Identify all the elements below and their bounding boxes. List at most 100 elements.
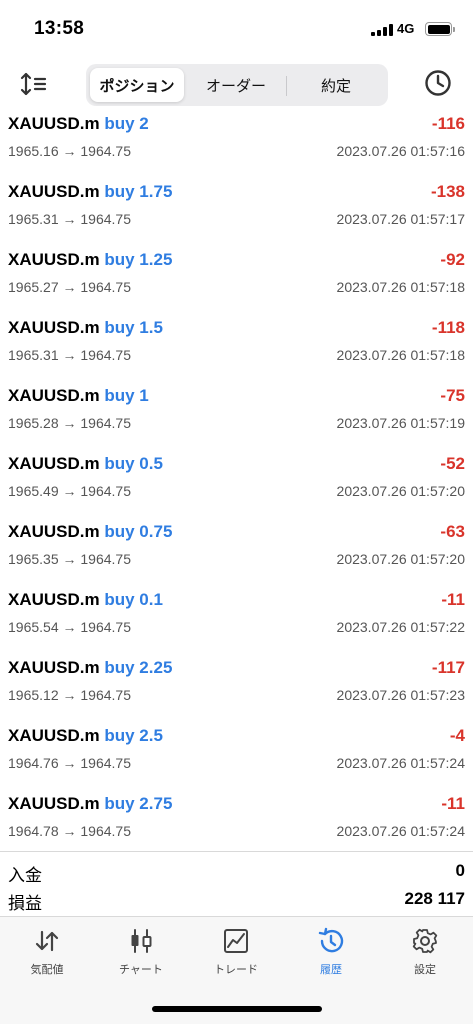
trade-symbol: XAUUSD.m buy 2.75 bbox=[8, 794, 173, 813]
trade-type: buy 1 bbox=[104, 386, 149, 405]
trade-symbol: XAUUSD.m buy 2.5 bbox=[8, 726, 163, 745]
trade-date: 2023.07.26 01:57:18 bbox=[336, 347, 465, 363]
tab-orders[interactable]: オーダー bbox=[186, 68, 286, 102]
history-segmented-control: ポジション オーダー 約定 bbox=[86, 64, 388, 106]
trade-chart-icon bbox=[224, 929, 248, 953]
trade-symbol: XAUUSD.m buy 1.75 bbox=[8, 182, 173, 201]
network-type: 4G bbox=[397, 21, 415, 36]
trade-type: buy 0.5 bbox=[104, 454, 163, 473]
top-toolbar: ポジション オーダー 約定 bbox=[0, 62, 473, 106]
trade-row[interactable]: XAUUSD.m buy 2.75 -11 1964.78 → 1964.75 … bbox=[0, 788, 473, 856]
trade-prices: 1965.31 → 1964.75 bbox=[8, 347, 131, 363]
trade-row[interactable]: XAUUSD.m buy 1.5 -118 1965.31 → 1964.75 … bbox=[0, 312, 473, 380]
trade-type: buy 2.75 bbox=[104, 794, 173, 813]
trade-type: buy 0.1 bbox=[104, 590, 163, 609]
trade-row[interactable]: XAUUSD.m buy 0.5 -52 1965.49 → 1964.75 2… bbox=[0, 448, 473, 516]
tab-label: トレード bbox=[214, 964, 258, 976]
trade-symbol: XAUUSD.m buy 0.5 bbox=[8, 454, 163, 473]
trade-symbol: XAUUSD.m buy 1 bbox=[8, 386, 149, 405]
pnl-value: 228 117 bbox=[404, 889, 465, 908]
pnl-label: 損益 bbox=[8, 894, 42, 913]
trade-row[interactable]: XAUUSD.m buy 2.25 -117 1965.12 → 1964.75… bbox=[0, 652, 473, 720]
home-indicator[interactable] bbox=[152, 1006, 322, 1012]
clock-icon[interactable] bbox=[424, 69, 452, 97]
trade-prices: 1964.78 → 1964.75 bbox=[8, 823, 131, 839]
status-bar: 13:58 4G bbox=[0, 0, 473, 54]
trade-profit: -92 bbox=[440, 250, 465, 269]
trade-type: buy 0.75 bbox=[104, 522, 173, 541]
deposit-value: 0 bbox=[455, 861, 465, 880]
trade-type: buy 2.25 bbox=[104, 658, 173, 677]
trade-type: buy 2.5 bbox=[104, 726, 163, 745]
trade-date: 2023.07.26 01:57:20 bbox=[336, 551, 465, 567]
trade-prices: 1965.12 → 1964.75 bbox=[8, 687, 131, 703]
tab-chart[interactable]: チャート bbox=[94, 927, 188, 985]
trade-type: buy 2 bbox=[104, 114, 149, 133]
trade-date: 2023.07.26 01:57:18 bbox=[336, 279, 465, 295]
trade-profit: -11 bbox=[441, 794, 465, 813]
trade-symbol: XAUUSD.m buy 2 bbox=[8, 114, 149, 133]
trade-symbol: XAUUSD.m buy 0.1 bbox=[8, 590, 163, 609]
tab-trade[interactable]: トレード bbox=[189, 927, 283, 985]
trade-date: 2023.07.26 01:57:23 bbox=[336, 687, 465, 703]
battery-icon bbox=[425, 22, 455, 36]
trade-profit: -138 bbox=[430, 182, 465, 201]
tab-positions[interactable]: ポジション bbox=[90, 68, 184, 102]
trade-profit: -116 bbox=[431, 114, 465, 133]
tab-deals[interactable]: 約定 bbox=[287, 68, 385, 102]
trade-prices: 1965.28 → 1964.75 bbox=[8, 415, 131, 431]
trade-prices: 1965.35 → 1964.75 bbox=[8, 551, 131, 567]
deposit-row: 入金 0 bbox=[0, 861, 473, 887]
trade-date: 2023.07.26 01:57:22 bbox=[336, 619, 465, 635]
trade-profit: -4 bbox=[449, 726, 465, 745]
quotes-arrows-icon bbox=[35, 930, 59, 952]
trade-date: 2023.07.26 01:57:17 bbox=[336, 211, 465, 227]
tab-label: チャート bbox=[119, 964, 163, 976]
summary-divider bbox=[0, 851, 473, 852]
history-clock-icon bbox=[318, 927, 344, 953]
status-time: 13:58 bbox=[34, 18, 85, 39]
tab-settings[interactable]: 設定 bbox=[378, 927, 472, 985]
trade-profit: -117 bbox=[431, 658, 465, 677]
tab-label: 気配値 bbox=[30, 964, 64, 976]
signal-icon bbox=[371, 24, 393, 36]
tab-label: 履歴 bbox=[320, 964, 342, 976]
trade-symbol: XAUUSD.m buy 0.75 bbox=[8, 522, 173, 541]
trade-prices: 1965.49 → 1964.75 bbox=[8, 483, 131, 499]
tab-label: 設定 bbox=[414, 964, 436, 976]
trade-symbol: XAUUSD.m buy 1.25 bbox=[8, 250, 173, 269]
trade-date: 2023.07.26 01:57:20 bbox=[336, 483, 465, 499]
trade-prices: 1965.16 → 1964.75 bbox=[8, 143, 131, 159]
trade-prices: 1964.76 → 1964.75 bbox=[8, 755, 131, 771]
trade-type: buy 1.25 bbox=[104, 250, 173, 269]
trade-profit: -75 bbox=[440, 386, 465, 405]
trade-profit: -118 bbox=[431, 318, 465, 337]
trade-profit: -63 bbox=[440, 522, 465, 541]
trade-row[interactable]: XAUUSD.m buy 1 -75 1965.28 → 1964.75 202… bbox=[0, 380, 473, 448]
candlestick-chart-icon bbox=[131, 929, 152, 953]
trade-row[interactable]: XAUUSD.m buy 0.1 -11 1965.54 → 1964.75 2… bbox=[0, 584, 473, 652]
trade-date: 2023.07.26 01:57:19 bbox=[336, 415, 465, 431]
trade-date: 2023.07.26 01:57:16 bbox=[336, 143, 465, 159]
trade-prices: 1965.31 → 1964.75 bbox=[8, 211, 131, 227]
trade-row[interactable]: XAUUSD.m buy 0.75 -63 1965.35 → 1964.75 … bbox=[0, 516, 473, 584]
trade-profit: -52 bbox=[440, 454, 465, 473]
trade-row[interactable]: XAUUSD.m buy 1.75 -138 1965.31 → 1964.75… bbox=[0, 176, 473, 244]
deposit-label: 入金 bbox=[8, 866, 42, 885]
trade-row[interactable]: XAUUSD.m buy 2.5 -4 1964.76 → 1964.75 20… bbox=[0, 720, 473, 788]
sort-icon[interactable] bbox=[20, 70, 50, 98]
trade-prices: 1965.54 → 1964.75 bbox=[8, 619, 131, 635]
trade-symbol: XAUUSD.m buy 1.5 bbox=[8, 318, 163, 337]
trade-symbol: XAUUSD.m buy 2.25 bbox=[8, 658, 173, 677]
pnl-row: 損益 228 117 bbox=[0, 889, 473, 915]
trade-type: buy 1.75 bbox=[104, 182, 173, 201]
trade-row[interactable]: XAUUSD.m buy 1.25 -92 1965.27 → 1964.75 … bbox=[0, 244, 473, 312]
trade-prices: 1965.27 → 1964.75 bbox=[8, 279, 131, 295]
gear-icon bbox=[412, 928, 438, 954]
trade-date: 2023.07.26 01:57:24 bbox=[336, 755, 465, 771]
trade-date: 2023.07.26 01:57:24 bbox=[336, 823, 465, 839]
trade-row[interactable]: XAUUSD.m buy 2 -116 1965.16 → 1964.75 20… bbox=[0, 108, 473, 176]
tab-quotes[interactable]: 気配値 bbox=[0, 927, 94, 985]
trade-type: buy 1.5 bbox=[104, 318, 163, 337]
tab-history[interactable]: 履歴 bbox=[284, 927, 378, 985]
